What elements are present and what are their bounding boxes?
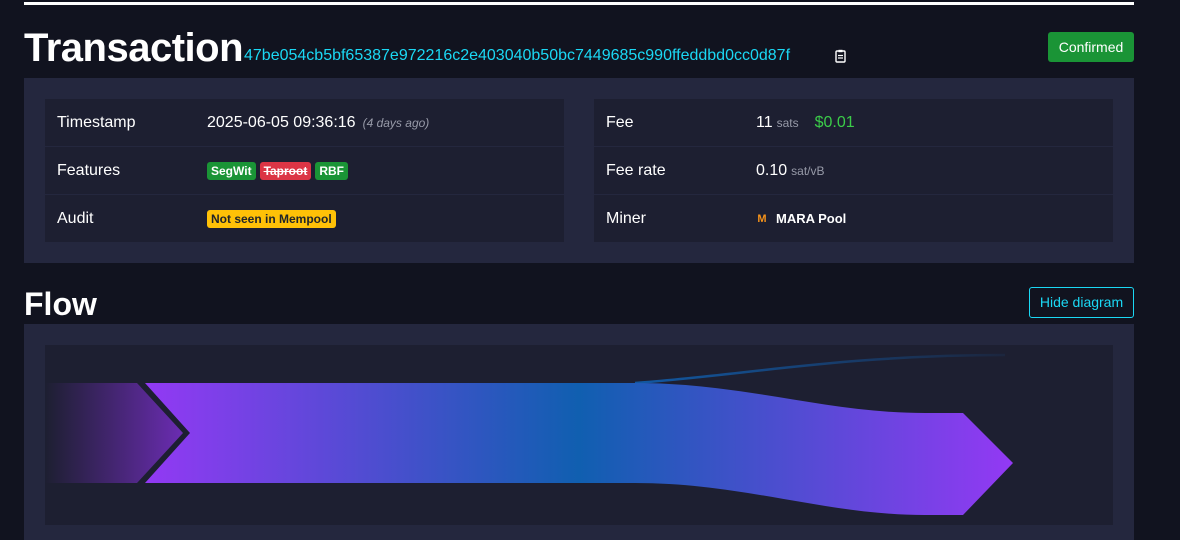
features-label: Features <box>57 162 121 179</box>
fee-rate-unit: sat/vB <box>791 163 825 178</box>
hide-diagram-button[interactable]: Hide diagram <box>1029 287 1134 318</box>
audit-label: Audit <box>57 210 94 227</box>
timestamp-value: 2025-06-05 09:36:16 <box>207 113 356 131</box>
timestamp-value-group: 2025-06-05 09:36:16 (4 days ago) <box>207 99 429 146</box>
flow-fee-output-line[interactable] <box>634 353 1006 385</box>
features-row: Features SegWit Taproot RBF <box>45 147 564 194</box>
mara-logo-icon: M <box>756 211 768 226</box>
status-badge: Confirmed <box>1048 32 1134 62</box>
page-title: Transaction <box>24 26 244 70</box>
fee-rate-label: Fee rate <box>606 162 666 179</box>
audit-value-group: Not seen in Mempool <box>207 195 336 242</box>
fee-rate-value-group: 0.10 sat/vB <box>756 147 825 194</box>
features-badges: SegWit Taproot RBF <box>207 147 349 194</box>
miner-name[interactable]: MARA Pool <box>776 211 846 226</box>
fee-value: 11 <box>756 113 773 131</box>
fee-rate-row: Fee rate 0.10 sat/vB <box>594 147 1113 194</box>
audit-badge[interactable]: Not seen in Mempool <box>207 209 336 228</box>
feature-badge-segwit[interactable]: SegWit <box>207 161 256 180</box>
fee-label: Fee <box>606 114 634 131</box>
flow-main-output-shape[interactable] <box>145 383 1013 515</box>
feature-badge-taproot[interactable]: Taproot <box>259 161 312 180</box>
audit-row: Audit Not seen in Mempool <box>45 195 564 242</box>
fee-rate-value: 0.10 <box>756 161 788 179</box>
details-panel: Timestamp 2025-06-05 09:36:16 (4 days ag… <box>24 78 1134 263</box>
feature-badge-rbf[interactable]: RBF <box>315 161 349 180</box>
timestamp-row: Timestamp 2025-06-05 09:36:16 (4 days ag… <box>45 99 564 146</box>
timestamp-ago: (4 days ago) <box>362 115 430 130</box>
txid-link[interactable]: 47be054cb5bf65387e972216c2e403040b50bc74… <box>244 47 790 65</box>
flow-title: Flow <box>24 286 97 322</box>
fee-value-group: 11 sats $0.01 <box>756 99 855 146</box>
fee-usd: $0.01 <box>814 113 855 131</box>
fee-row: Fee 11 sats $0.01 <box>594 99 1113 146</box>
miner-value-group[interactable]: M MARA Pool <box>756 195 846 242</box>
timestamp-label: Timestamp <box>57 114 136 131</box>
fee-unit: sats <box>776 115 799 130</box>
miner-row: Miner M MARA Pool <box>594 195 1113 242</box>
top-divider <box>24 2 1134 5</box>
flow-diagram <box>45 353 1013 515</box>
copy-icon[interactable] <box>835 49 847 63</box>
miner-label: Miner <box>606 210 647 227</box>
